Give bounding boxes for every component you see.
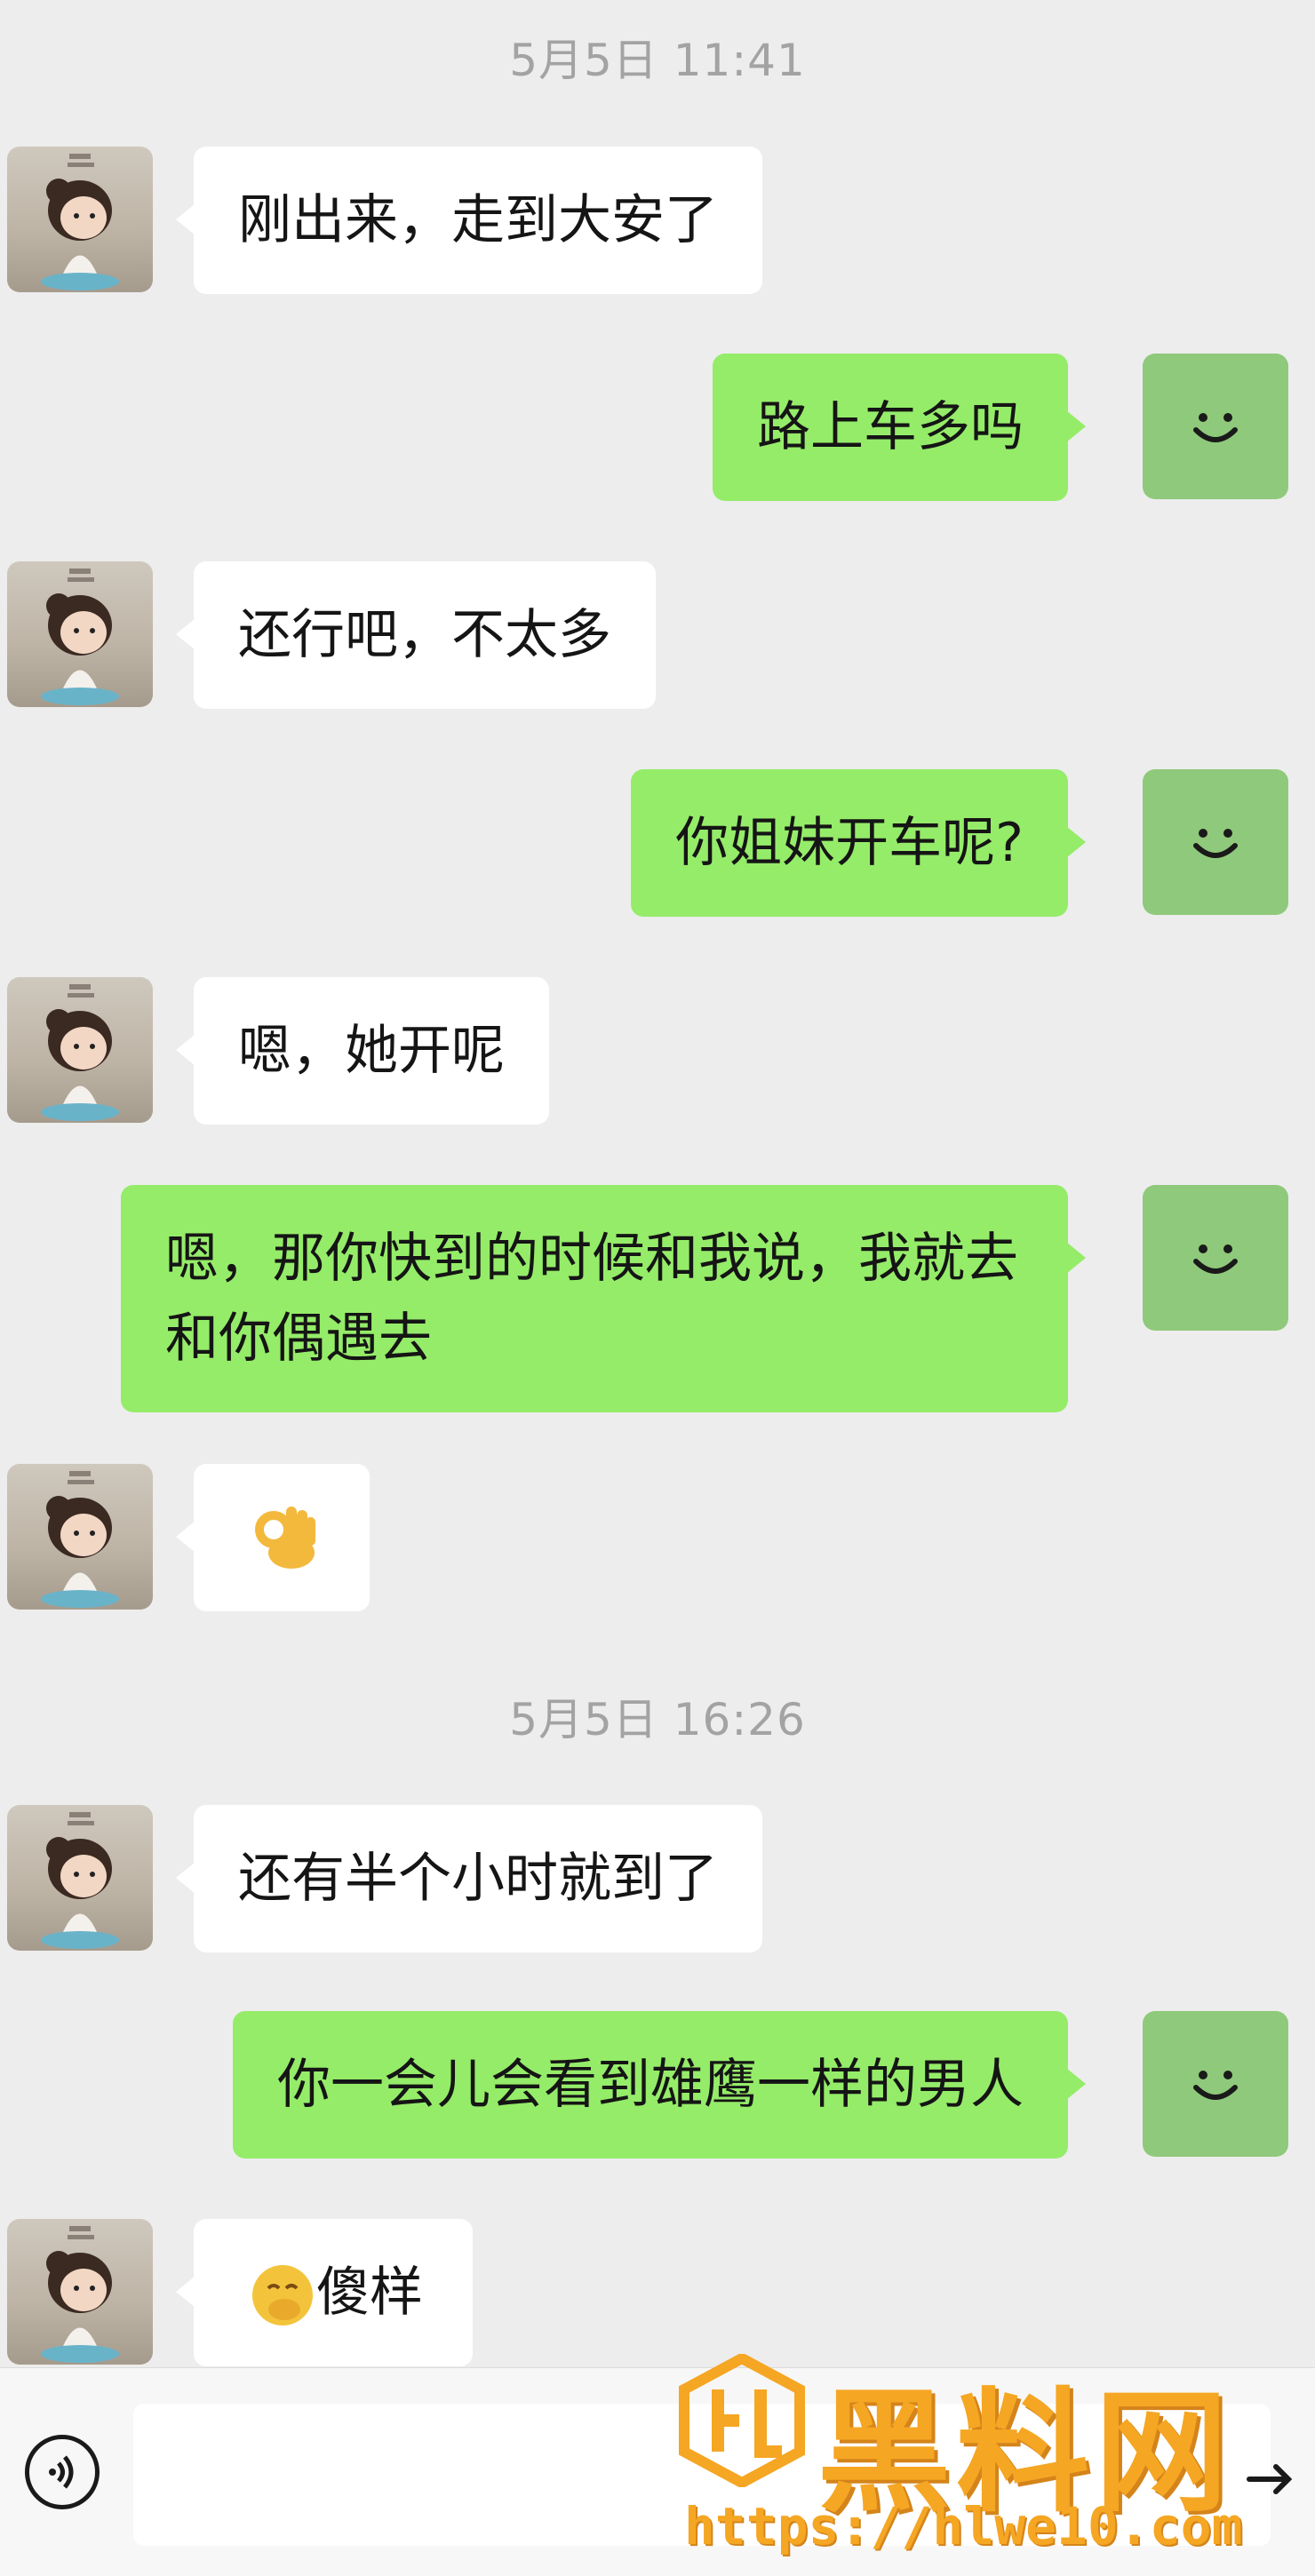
cartoon-girl-icon	[41, 1812, 119, 1949]
contact-avatar[interactable]	[7, 1805, 153, 1951]
smile-face-icon	[1193, 1244, 1238, 1274]
cartoon-girl-icon	[41, 568, 119, 705]
message-input[interactable]	[133, 2404, 1271, 2546]
cartoon-girl-icon	[41, 1471, 119, 1608]
own-avatar[interactable]	[1143, 354, 1288, 499]
own-avatar[interactable]	[1143, 769, 1288, 915]
smile-face-icon	[1193, 413, 1238, 442]
own-avatar[interactable]	[1143, 1185, 1288, 1331]
smile-face-icon	[1193, 829, 1238, 858]
voice-button[interactable]	[25, 2435, 100, 2509]
chat-history: 5月5日 11:41 刚出来，走到大安了 路上车多吗 还行吧，不太多 你姐妹开车…	[0, 0, 1315, 2366]
cartoon-girl-icon	[41, 2226, 119, 2363]
hand-over-mouth-emoji	[252, 2265, 313, 2326]
contact-avatar[interactable]	[7, 2219, 153, 2365]
message-bubble-incoming[interactable]	[176, 1464, 370, 1611]
message-bubble-outgoing[interactable]: 路上车多吗	[713, 354, 1086, 501]
message-bubble-outgoing[interactable]: 你一会儿会看到雄鹰一样的男人	[233, 2011, 1086, 2159]
message-bubble-incoming[interactable]: 还有半个小时就到了	[176, 1805, 762, 1952]
contact-avatar[interactable]	[7, 1464, 153, 1610]
cartoon-girl-icon	[41, 984, 119, 1121]
message-bubble-incoming[interactable]: 傻样	[176, 2219, 473, 2366]
arrow-icon[interactable]	[1244, 2453, 1297, 2506]
timestamp: 5月5日 16:26	[509, 1694, 806, 1745]
contact-avatar[interactable]	[7, 977, 153, 1123]
message-bubble-incoming[interactable]: 嗯，她开呢	[176, 977, 549, 1125]
cartoon-girl-icon	[41, 154, 119, 290]
smile-face-icon	[1193, 2071, 1238, 2100]
message-bubble-incoming[interactable]: 还行吧，不太多	[176, 561, 656, 709]
timestamp: 5月5日 11:41	[509, 35, 806, 86]
message-bubble-outgoing[interactable]: 嗯，那你快到的时候和我说，我就去和你偶遇去	[121, 1185, 1086, 1412]
input-toolbar	[0, 2367, 1315, 2576]
message-bubble-incoming[interactable]: 刚出来，走到大安了	[176, 147, 762, 294]
message-bubble-outgoing[interactable]: 你姐妹开车呢?	[631, 769, 1086, 917]
message-text: 傻样	[316, 2262, 423, 2324]
ok-hand-emoji	[255, 1507, 315, 1569]
own-avatar[interactable]	[1143, 2011, 1288, 2157]
contact-avatar[interactable]	[7, 147, 153, 292]
contact-avatar[interactable]	[7, 561, 153, 707]
voice-icon	[49, 2455, 74, 2489]
